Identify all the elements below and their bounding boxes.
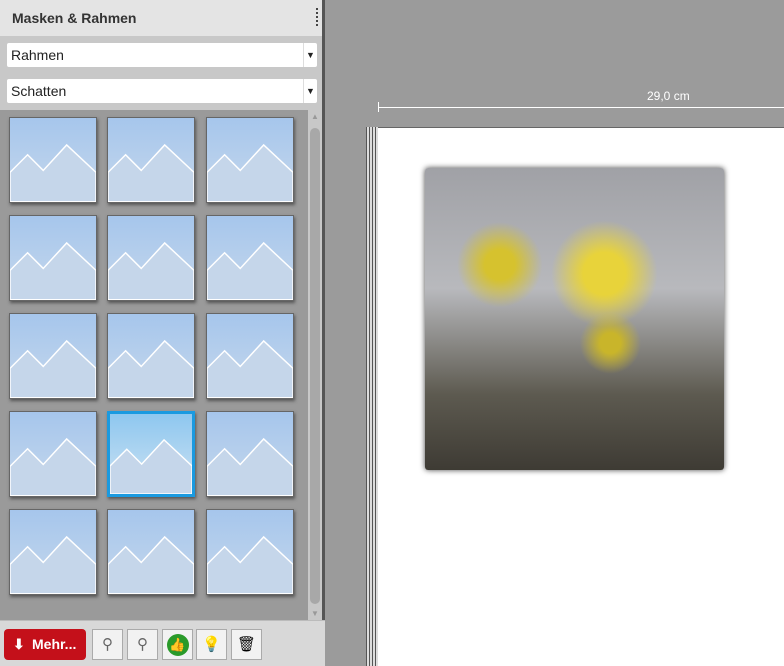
mountain-placeholder-icon (10, 242, 96, 300)
frame-thumbnail[interactable] (107, 117, 195, 203)
mountain-placeholder-icon (110, 438, 192, 494)
ruler-label: 29,0 cm (647, 89, 690, 103)
ruler (378, 107, 784, 108)
masks-frames-panel: Masken & Rahmen Rahmen ▼ Schatten ▼ ▲ ▼ … (0, 0, 325, 666)
category-dropdown[interactable]: Rahmen ▼ (7, 43, 317, 67)
thumbs-up-icon: 👍 (166, 634, 189, 656)
lightbulb-icon: 💡 (202, 636, 221, 653)
chevron-down-icon[interactable]: ▼ (303, 79, 317, 103)
mountain-placeholder-icon (207, 340, 293, 398)
frame-thumbnail[interactable] (9, 411, 97, 497)
style-dropdown[interactable]: Schatten ▼ (7, 79, 317, 103)
mountain-placeholder-icon (207, 144, 293, 202)
more-button[interactable]: ⬇ Mehr... (4, 629, 86, 660)
frame-thumbnail[interactable] (107, 509, 195, 595)
zoom-in-button[interactable]: ⚲ (127, 629, 158, 660)
trash-icon: 🗑 (236, 636, 257, 653)
frame-thumbnail[interactable] (206, 215, 294, 301)
mountain-placeholder-icon (108, 242, 194, 300)
mountain-placeholder-icon (10, 438, 96, 496)
scrollbar-thumb[interactable] (310, 128, 320, 604)
frame-thumbnail[interactable] (206, 509, 294, 595)
more-label: Mehr... (32, 636, 77, 652)
frame-thumbnail[interactable] (9, 117, 97, 203)
scroll-up-icon[interactable]: ▲ (311, 112, 319, 121)
frame-thumbnail[interactable] (206, 411, 294, 497)
frame-thumbnail[interactable] (107, 313, 195, 399)
mountain-placeholder-icon (108, 144, 194, 202)
zoom-in-icon: ⚲ (137, 636, 148, 653)
mountain-placeholder-icon (10, 340, 96, 398)
mountain-placeholder-icon (207, 536, 293, 594)
panel-header: Masken & Rahmen (0, 0, 322, 36)
category-value: Rahmen (11, 47, 64, 63)
frame-thumbnail[interactable] (9, 215, 97, 301)
chevron-down-icon[interactable]: ▼ (303, 43, 317, 67)
zoom-out-button[interactable]: ⚲ (92, 629, 123, 660)
panel-toolbar: ⬇ Mehr... ⚲ ⚲ 👍 💡 🗑 (0, 620, 325, 666)
mountain-placeholder-icon (207, 438, 293, 496)
frame-thumbnail[interactable] (206, 117, 294, 203)
download-icon: ⬇ (13, 636, 25, 652)
scrollbar[interactable]: ▲ ▼ (308, 110, 322, 620)
page-stack-edge (366, 127, 378, 666)
zoom-out-icon: ⚲ (102, 636, 113, 653)
frame-thumbnail[interactable] (107, 215, 195, 301)
frame-thumbnail[interactable] (9, 509, 97, 595)
mountain-placeholder-icon (108, 536, 194, 594)
mountain-placeholder-icon (108, 340, 194, 398)
mountain-placeholder-icon (207, 242, 293, 300)
framed-photo[interactable] (425, 168, 724, 470)
scroll-down-icon[interactable]: ▼ (311, 609, 319, 618)
tip-button[interactable]: 💡 (196, 629, 227, 660)
apply-button[interactable]: 👍 (162, 629, 193, 660)
drag-grip-icon[interactable] (316, 8, 318, 26)
frame-thumbnail[interactable] (206, 313, 294, 399)
frame-thumbnail[interactable] (107, 411, 195, 497)
delete-button[interactable]: 🗑 (231, 629, 262, 660)
frame-thumbnail-grid (0, 110, 308, 620)
frame-thumbnail[interactable] (9, 313, 97, 399)
panel-title: Masken & Rahmen (12, 10, 137, 26)
mountain-placeholder-icon (10, 536, 96, 594)
mountain-placeholder-icon (10, 144, 96, 202)
style-value: Schatten (11, 83, 67, 99)
